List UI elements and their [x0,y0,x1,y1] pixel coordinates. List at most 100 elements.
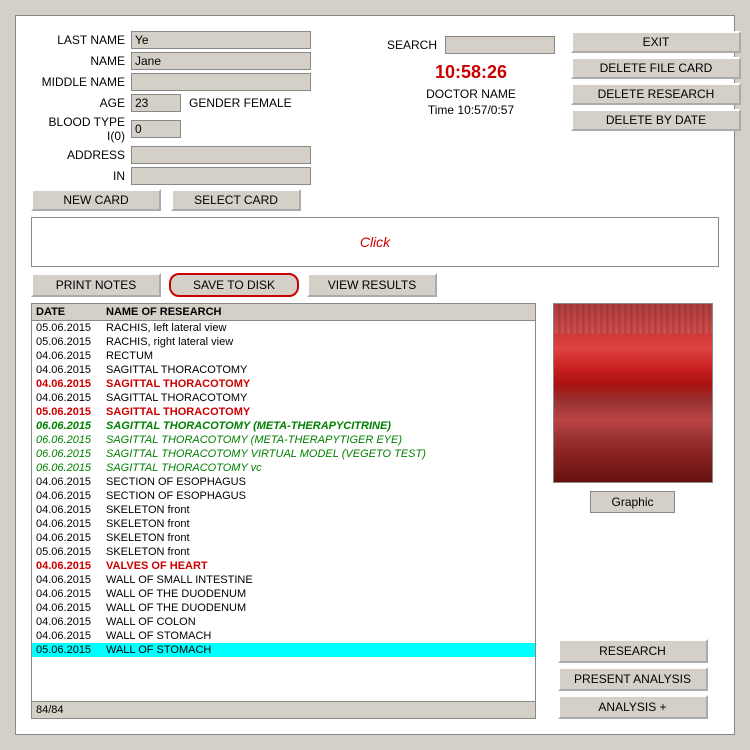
graphic-image[interactable] [553,303,713,483]
table-row[interactable]: 04.06.2015 SKELETON front [32,503,535,517]
search-label: SEARCH [387,38,437,52]
content-area: LAST NAME NAME MIDDLE NAME AGE GENDER FE… [15,15,735,735]
address-input[interactable] [131,146,311,164]
gender-label: GENDER FEMALE [189,96,292,110]
right-panel: EXIT DELETE FILE CARD DELETE RESEARCH DE… [571,31,741,211]
age-input[interactable] [131,94,181,112]
notes-area[interactable]: Click [31,217,719,267]
cell-name: RACHIS, right lateral view [106,336,531,348]
age-gender-inline: GENDER FEMALE [131,94,292,112]
cell-name: WALL OF STOMACH [106,630,531,642]
cell-name: SECTION OF ESOPHAGUS [106,490,531,502]
cell-date: 04.06.2015 [36,560,106,572]
delete-by-date-button[interactable]: DELETE BY DATE [571,109,741,131]
in-input[interactable] [131,167,311,185]
cell-date: 06.06.2015 [36,420,106,432]
exit-button[interactable]: EXIT [571,31,741,53]
address-row: ADDRESS [31,146,371,164]
search-input[interactable] [445,36,555,54]
table-row[interactable]: 05.06.2015 WALL OF STOMACH [32,643,535,657]
table-row[interactable]: 04.06.2015 WALL OF COLON [32,615,535,629]
table-footer: 84/84 [32,701,535,718]
table-row[interactable]: 06.06.2015 SAGITTAL THORACOTOMY (META-TH… [32,433,535,447]
time-small: Time 10:57/0:57 [428,103,514,117]
table-row[interactable]: 04.06.2015 SKELETON front [32,531,535,545]
table-row[interactable]: 05.06.2015 RACHIS, right lateral view [32,335,535,349]
blood-type-label: BLOOD TYPE I(0) [31,115,131,143]
table-row[interactable]: 04.06.2015 VALVES OF HEART [32,559,535,573]
in-label: IN [31,169,131,183]
in-row: IN [31,167,371,185]
table-row[interactable]: 06.06.2015 SAGITTAL THORACOTOMY (META-TH… [32,419,535,433]
cell-date: 04.06.2015 [36,518,106,530]
address-label: ADDRESS [31,148,131,162]
table-panel: DATE NAME OF RESEARCH 05.06.2015 RACHIS,… [31,303,536,719]
clock-time: 10:58:26 [435,62,507,83]
cell-name: VALVES OF HEART [106,560,531,572]
cell-name: SAGITTAL THORACOTOMY [106,392,531,404]
cell-date: 04.06.2015 [36,630,106,642]
table-row[interactable]: 04.06.2015 WALL OF THE DUODENUM [32,601,535,615]
save-to-disk-button[interactable]: SAVE TO DISK [169,273,299,297]
cell-name: WALL OF STOMACH [106,644,531,656]
form-panel: LAST NAME NAME MIDDLE NAME AGE GENDER FE… [31,31,371,211]
doctor-name-label: DOCTOR NAME [426,87,516,101]
table-row[interactable]: 06.06.2015 SAGITTAL THORACOTOMY vc [32,461,535,475]
age-label: AGE [31,96,131,110]
cell-name: SAGITTAL THORACOTOMY vc [106,462,531,474]
table-row[interactable]: 06.06.2015 SAGITTAL THORACOTOMY VIRTUAL … [32,447,535,461]
table-row[interactable]: 05.06.2015 RACHIS, left lateral view [32,321,535,335]
table-row[interactable]: 04.06.2015 RECTUM [32,349,535,363]
cell-date: 04.06.2015 [36,490,106,502]
table-row[interactable]: 04.06.2015 SECTION OF ESOPHAGUS [32,489,535,503]
table-row[interactable]: 05.06.2015 SAGITTAL THORACOTOMY [32,405,535,419]
table-row[interactable]: 04.06.2015 WALL OF STOMACH [32,629,535,643]
view-results-button[interactable]: VIEW RESULTS [307,273,437,297]
middle-name-row: MIDDLE NAME [31,73,371,91]
cell-name: WALL OF SMALL INTESTINE [106,574,531,586]
graphic-label: Graphic [590,491,674,513]
cell-date: 04.06.2015 [36,392,106,404]
select-card-button[interactable]: SELECT CARD [171,189,301,211]
research-button[interactable]: RESEARCH [558,639,708,663]
table-row[interactable]: 04.06.2015 SAGITTAL THORACOTOMY [32,363,535,377]
cell-name: SAGITTAL THORACOTOMY [106,406,531,418]
table-row[interactable]: 04.06.2015 WALL OF THE DUODENUM [32,587,535,601]
header-date: DATE [36,306,106,318]
analysis-plus-button[interactable]: ANALYSIS + [558,695,708,719]
table-body[interactable]: 05.06.2015 RACHIS, left lateral view05.0… [32,321,535,701]
cell-date: 05.06.2015 [36,336,106,348]
cell-name: SECTION OF ESOPHAGUS [106,476,531,488]
name-input[interactable] [131,52,311,70]
cell-name: SAGITTAL THORACOTOMY [106,364,531,376]
blood-type-input[interactable] [131,120,181,138]
middle-name-input[interactable] [131,73,311,91]
cell-name: SAGITTAL THORACOTOMY [106,378,531,390]
search-row: SEARCH [387,36,555,54]
graphic-panel: Graphic RESEARCH PRESENT ANALYSIS ANALYS… [546,303,719,719]
cell-name: SKELETON front [106,546,531,558]
table-header: DATE NAME OF RESEARCH [32,304,535,321]
cell-date: 04.06.2015 [36,588,106,600]
table-row[interactable]: 04.06.2015 WALL OF SMALL INTESTINE [32,573,535,587]
notes-click-text: Click [360,234,390,250]
cell-date: 05.06.2015 [36,406,106,418]
cell-name: SKELETON front [106,504,531,516]
cell-date: 04.06.2015 [36,378,106,390]
new-card-button[interactable]: NEW CARD [31,189,161,211]
print-notes-button[interactable]: PRINT NOTES [31,273,161,297]
side-buttons: RESEARCH PRESENT ANALYSIS ANALYSIS + [546,639,719,719]
table-row[interactable]: 04.06.2015 SKELETON front [32,517,535,531]
card-buttons: NEW CARD SELECT CARD [31,189,371,211]
last-name-input[interactable] [131,31,311,49]
table-row[interactable]: 05.06.2015 SKELETON front [32,545,535,559]
delete-file-card-button[interactable]: DELETE FILE CARD [571,57,741,79]
name-label: NAME [31,54,131,68]
cell-name: SAGITTAL THORACOTOMY (META-THERAPYTIGER … [106,434,531,446]
delete-research-button[interactable]: DELETE RESEARCH [571,83,741,105]
present-analysis-button[interactable]: PRESENT ANALYSIS [558,667,708,691]
table-row[interactable]: 04.06.2015 SAGITTAL THORACOTOMY [32,377,535,391]
cell-name: SKELETON front [106,518,531,530]
table-row[interactable]: 04.06.2015 SECTION OF ESOPHAGUS [32,475,535,489]
table-row[interactable]: 04.06.2015 SAGITTAL THORACOTOMY [32,391,535,405]
